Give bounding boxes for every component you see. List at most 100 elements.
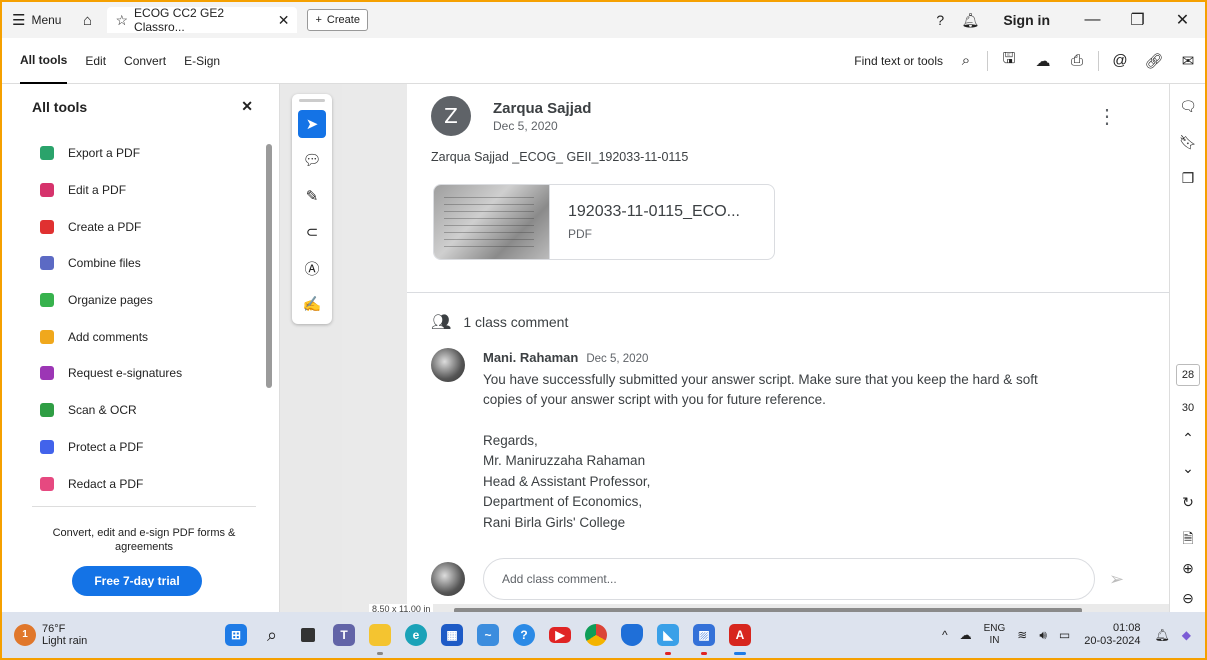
tab-close-icon[interactable]: ✕ — [278, 12, 290, 29]
page-fit-icon[interactable]: 🗎︎ — [1170, 528, 1205, 552]
attachment-card[interactable]: 192033-11-0115_ECO... PDF — [433, 184, 775, 260]
close-window-icon[interactable]: ✕ — [1160, 10, 1205, 30]
avatar: Z — [431, 96, 471, 136]
sign-in-button[interactable]: Sign in — [1003, 12, 1050, 28]
save-icon[interactable]: 🖫︎ — [992, 48, 1026, 73]
app-icon-15[interactable]: ▨ — [686, 612, 722, 658]
youtube-app[interactable]: ▶ — [542, 612, 578, 658]
copilot-icon[interactable]: ◆ — [1182, 628, 1191, 642]
clock[interactable]: 01:08 20-03-2024 — [1084, 622, 1140, 648]
battery-icon[interactable]: ▭ — [1059, 628, 1070, 642]
nav-all-tools[interactable]: All tools — [20, 38, 68, 84]
start-button[interactable]: ⊞ — [218, 612, 254, 658]
nav-convert[interactable]: Convert — [124, 38, 166, 84]
divider — [32, 506, 256, 507]
text-select-icon[interactable]: Ⓐ — [298, 254, 326, 282]
weather-widget[interactable]: 1 76°F Light rain — [14, 623, 87, 647]
tool-label: Organize pages — [68, 293, 153, 308]
copy-pages-icon[interactable]: ❐ — [1170, 170, 1205, 187]
chrome-app[interactable] — [578, 612, 614, 658]
share-user-icon[interactable]: @ — [1103, 52, 1137, 69]
acrobat-app[interactable]: A — [722, 612, 758, 658]
home-icon[interactable]: ⌂ — [71, 12, 103, 29]
comment-item: Mani. Rahaman Dec 5, 2020 You have succe… — [431, 348, 1038, 533]
cloud-icon[interactable]: ☁ — [960, 628, 972, 642]
edit-pdf-icon — [40, 183, 54, 198]
minimize-icon[interactable]: — — [1070, 11, 1115, 29]
taskbar-search[interactable]: ⌕ — [254, 612, 290, 658]
panel-scrollbar[interactable] — [266, 144, 272, 388]
sign-icon[interactable]: ✍ — [298, 290, 326, 318]
add-comment-input[interactable]: Add class comment... — [483, 558, 1095, 600]
lasso-icon[interactable]: ⊂ — [298, 218, 326, 246]
comment-date: Dec 5, 2020 — [586, 353, 649, 365]
restore-icon[interactable]: ❐ — [1115, 10, 1160, 30]
app-icon-9[interactable]: ~ — [470, 612, 506, 658]
tool-item[interactable]: Create a PDF — [40, 208, 279, 245]
avatar — [431, 348, 465, 382]
menu-label: Menu — [31, 13, 62, 27]
protect-pdf-icon — [40, 439, 54, 454]
nav-esign[interactable]: E-Sign — [184, 38, 220, 84]
menu-button[interactable]: ☰ Menu — [2, 2, 71, 38]
tool-item[interactable]: Scan & OCR — [40, 392, 279, 429]
clock-date: 20-03-2024 — [1084, 635, 1141, 647]
star-icon[interactable]: ☆ — [115, 12, 128, 29]
send-icon[interactable]: ➢ — [1109, 569, 1124, 590]
search-icon[interactable]: ⌕ — [949, 52, 983, 69]
youtube-icon: ▶ — [549, 627, 571, 643]
select-cursor-icon[interactable]: ➤ — [298, 110, 326, 138]
attachment-type: PDF — [568, 227, 592, 241]
tool-item[interactable]: Protect a PDF — [40, 429, 279, 466]
tool-item[interactable]: Request e-signatures — [40, 355, 279, 392]
more-options-icon[interactable]: ⋮ — [1097, 104, 1117, 129]
tool-item[interactable]: Combine files — [40, 245, 279, 282]
email-icon[interactable]: ✉ — [1171, 52, 1205, 70]
app-icon-14[interactable]: ◣ — [650, 612, 686, 658]
tool-item[interactable]: Organize pages — [40, 282, 279, 319]
tool-item[interactable]: Edit a PDF — [40, 172, 279, 209]
tab-title: ECOG CC2 GE2 Classro... — [134, 6, 225, 34]
upload-cloud-icon[interactable]: ☁ — [1026, 52, 1060, 70]
panel-close-icon[interactable]: ✕ — [241, 98, 253, 115]
zoom-out-icon[interactable]: ⊖ — [1170, 590, 1205, 607]
edge-app[interactable]: e — [398, 612, 434, 658]
comment-icon[interactable]: 💬︎ — [298, 146, 326, 174]
page-number-current[interactable]: 28 — [1176, 364, 1200, 386]
post-body: Zarqua Sajjad _ECOG_ GEII_192033-11-0115 — [431, 150, 689, 164]
print-icon[interactable]: ⎙ — [1060, 52, 1094, 69]
defender-app[interactable] — [614, 612, 650, 658]
shield-icon — [621, 624, 643, 646]
create-button[interactable]: + Create — [307, 9, 368, 31]
wifi-icon[interactable]: ≋ — [1017, 628, 1027, 642]
bell-icon[interactable]: 🔔︎ — [955, 12, 985, 29]
store-app[interactable]: ▦ — [434, 612, 470, 658]
find-text-button[interactable]: Find text or tools — [854, 54, 943, 68]
link-icon[interactable]: 🔗︎ — [1137, 52, 1171, 70]
help-icon[interactable]: ? — [925, 12, 955, 28]
language-indicator[interactable]: ENG IN — [984, 623, 1006, 647]
document-tab[interactable]: ☆ ECOG CC2 GE2 Classro... ✕ — [107, 6, 298, 34]
tool-item[interactable]: Redact a PDF — [40, 465, 279, 502]
bookmark-icon[interactable]: 🔖︎ — [1170, 134, 1205, 151]
pen-icon[interactable]: ✎ — [298, 182, 326, 210]
tool-label: Export a PDF — [68, 146, 141, 161]
free-trial-button[interactable]: Free 7-day trial — [72, 566, 202, 596]
volume-icon[interactable]: 🔊︎ — [1039, 628, 1047, 643]
tool-item[interactable]: Add comments — [40, 318, 279, 355]
tool-label: Protect a PDF — [68, 439, 144, 454]
drag-handle[interactable] — [299, 99, 325, 102]
chevron-up-icon[interactable]: ⌃ — [1170, 430, 1205, 447]
refresh-icon[interactable]: ↻ — [1170, 494, 1205, 511]
chevron-up-icon[interactable]: ^ — [942, 628, 948, 642]
chevron-down-icon[interactable]: ⌄ — [1170, 460, 1205, 477]
zoom-in-icon[interactable]: ⊕ — [1170, 560, 1205, 577]
nav-edit[interactable]: Edit — [85, 38, 106, 84]
app-icon-10[interactable]: ? — [506, 612, 542, 658]
teams-app[interactable]: T — [326, 612, 362, 658]
comments-panel-icon[interactable]: 🗨︎ — [1170, 98, 1205, 115]
file-explorer-app[interactable] — [362, 612, 398, 658]
task-view[interactable] — [290, 612, 326, 658]
tool-item[interactable]: Export a PDF — [40, 135, 279, 172]
notification-bell-icon[interactable]: 🔔︎ — [1155, 628, 1170, 642]
